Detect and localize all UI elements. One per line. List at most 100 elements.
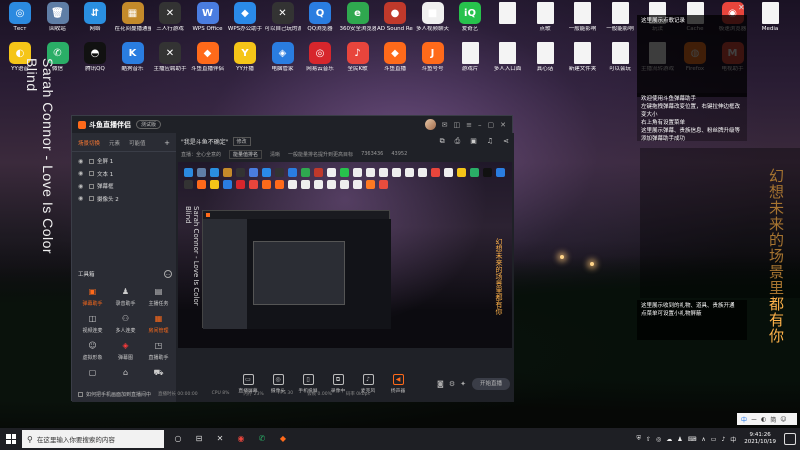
taskbar-app-icon[interactable]: ✕ [213, 432, 227, 446]
edit-room-button[interactable]: 修改 [232, 136, 251, 146]
ime-icon[interactable]: ー [751, 415, 757, 424]
mail-icon[interactable]: ✉ [442, 121, 448, 129]
desktop-icon[interactable]: 真心话 [529, 42, 561, 92]
taskbar-app-icon[interactable]: ◆ [276, 432, 290, 446]
gift-panel[interactable]: 这里展示收到的礼物、道具、贵族开通 点菜单可设置小礼物屏蔽 [637, 300, 747, 340]
scene-checkbox[interactable] [89, 171, 94, 177]
taskbar-app-icon[interactable]: ○ [171, 432, 185, 446]
scene-item[interactable]: ◉ 文本 1 [72, 168, 176, 181]
start-button[interactable] [0, 428, 22, 450]
tool-button[interactable]: ☺ 虚拟形象 [76, 340, 109, 361]
close-icon[interactable]: ✕ [500, 121, 506, 129]
version-badge[interactable]: 测试版 [136, 120, 162, 129]
tool-button[interactable]: ▣ 弹幕助手 [76, 286, 109, 307]
desktop-icon[interactable]: ◎ 网易云音乐 [304, 42, 336, 92]
phone-tip[interactable]: 如何把手机画面加到直播间中 [78, 391, 151, 398]
scene-checkbox[interactable] [89, 158, 94, 164]
desktop-icon[interactable]: 可以会玩 [604, 42, 636, 92]
eye-icon[interactable]: ◉ [78, 195, 85, 202]
ime-icon[interactable]: 中 [741, 415, 747, 424]
desktop-icon[interactable]: J 斗鱼号号 [417, 42, 449, 92]
tab-values[interactable]: 可能值 [129, 139, 146, 147]
desktop-icon[interactable]: ◈ 电脑管家 [267, 42, 299, 92]
add-icon[interactable]: + [164, 139, 170, 147]
stream-preview[interactable]: Sarah Connor - Love Is Color Blind 幻想未来的… [178, 162, 512, 348]
tray-icon[interactable]: ⌨ [688, 436, 697, 443]
ime-toolbar[interactable]: 中ー ◐ 简 ☺ [737, 413, 797, 425]
tool-button[interactable]: ◳ 直播助手 [142, 340, 175, 361]
camera-icon[interactable]: ◙ [437, 380, 444, 388]
desktop-icon[interactable]: ♪ 全民K歌 [342, 42, 374, 92]
go-live-button[interactable]: 开始直播 [472, 377, 510, 390]
layout-icon[interactable]: ▣ [470, 137, 477, 146]
ime-icon[interactable]: ☺ [780, 416, 786, 423]
bell-icon[interactable]: ♫ [487, 137, 493, 146]
rank-select[interactable]: 能量值排名 [229, 149, 263, 159]
tray-icon[interactable]: ♪ [721, 436, 725, 443]
desktop-icon[interactable]: ◆ 斗鱼直播 [379, 42, 411, 92]
more-icon[interactable]: … [164, 270, 172, 278]
tray-icon[interactable]: 中 [730, 435, 736, 444]
desktop-icon[interactable]: 多人入口面 [492, 42, 524, 92]
tip-checkbox[interactable] [78, 392, 83, 397]
scene-checkbox[interactable] [89, 196, 94, 202]
tray-icon[interactable]: ♟ [677, 436, 682, 443]
tool-button[interactable]: ▦ 房间管理 [142, 313, 175, 334]
tray-icon[interactable]: ⛨ [637, 435, 642, 443]
preview-mini-icon [262, 179, 271, 189]
scene-item[interactable]: ◉ 全屏 1 [72, 155, 176, 168]
tab-elements[interactable]: 元素 [109, 139, 120, 147]
tray-icon[interactable]: ⇧ [646, 436, 651, 443]
desktop-icon[interactable]: ◆ 斗鱼直播伴侣 [191, 42, 224, 92]
desktop-icon[interactable]: Media [754, 2, 786, 52]
avatar[interactable] [424, 119, 436, 130]
eye-icon[interactable]: ◉ [78, 158, 85, 165]
ime-icon[interactable]: ◐ [761, 416, 766, 423]
tab-scenes[interactable]: 场景切换 [78, 139, 100, 147]
tray-icon[interactable]: ∧ [701, 436, 705, 443]
fx-icon[interactable]: ✦ [460, 380, 466, 388]
tray-icon[interactable]: ◎ [656, 436, 661, 443]
tool-button[interactable]: ◫ 视频连麦 [76, 313, 109, 334]
tool-button[interactable]: ⚇ 多人连麦 [109, 313, 142, 334]
notification-icon[interactable] [784, 433, 796, 445]
desktop-icon[interactable]: 游戏片 [454, 42, 486, 92]
desktop-icon[interactable]: ✕ 主播应聘助手 [153, 42, 187, 92]
tool-button[interactable]: ▢ [76, 367, 109, 381]
taskbar-app-icon[interactable]: ⊟ [192, 432, 206, 446]
maximize-icon[interactable]: ▢ [488, 121, 495, 129]
scene-checkbox[interactable] [89, 183, 94, 189]
desktop-icon[interactable]: 新建文件夹 [567, 42, 599, 92]
taskbar-app-icon[interactable]: ◉ [234, 432, 248, 446]
minimize-icon[interactable]: – [478, 121, 482, 129]
tool-button[interactable]: ▤ 主播任务 [142, 286, 175, 307]
tool-button[interactable]: ⛟ [142, 367, 175, 381]
taskbar-app-icon[interactable]: ✆ [255, 432, 269, 446]
tray-icon[interactable]: ☁ [666, 436, 672, 443]
file-icon [499, 2, 516, 24]
ime-icon[interactable]: 简 [770, 415, 776, 424]
eye-icon[interactable]: ◉ [78, 183, 85, 190]
scene-item[interactable]: ◉ 摄像头 2 [72, 193, 176, 206]
search-box[interactable]: ⚲ 在这里输入你要搜索的内容 [22, 430, 164, 448]
desktop-icon[interactable]: K 酷狗音乐 [117, 42, 149, 92]
share-icon[interactable]: ⋖ [503, 137, 509, 146]
clock[interactable]: 9:41:26 2021/10/19 [744, 432, 776, 446]
desktop-icon[interactable]: ◓ 腾讯QQ [79, 42, 111, 92]
desktop-icon[interactable]: Y YY开播 [229, 42, 261, 92]
quality-label[interactable]: 清晰 [270, 151, 280, 158]
menu-icon[interactable]: ≡ [466, 121, 472, 129]
tool-button[interactable]: ♟ 录音助手 [109, 286, 142, 307]
danmaku-helper-panel[interactable]: 欢迎使用斗鱼弹幕助手 左键拖拽弹幕改变位置，右键拉伸边框改变大小 右上角有设置菜单这… [637, 93, 747, 142]
eye-icon[interactable]: ◉ [78, 170, 85, 177]
close-icon[interactable]: ✕ [738, 3, 748, 13]
skin-icon[interactable]: ◫ [454, 121, 461, 129]
song-request-panel[interactable]: 这里展示点歌记录 [637, 15, 747, 97]
copy-icon[interactable]: ⧉ [440, 137, 445, 146]
tool-button[interactable]: ◈ 弹幕图 [109, 340, 142, 361]
printer-icon[interactable]: ⎙ [455, 137, 461, 146]
tool-button[interactable]: ⌂ [109, 367, 142, 381]
scene-item[interactable]: ◉ 弹幕框 [72, 180, 176, 193]
settings-icon[interactable]: ⚙ [449, 380, 455, 388]
tray-icon[interactable]: ▭ [711, 436, 717, 443]
